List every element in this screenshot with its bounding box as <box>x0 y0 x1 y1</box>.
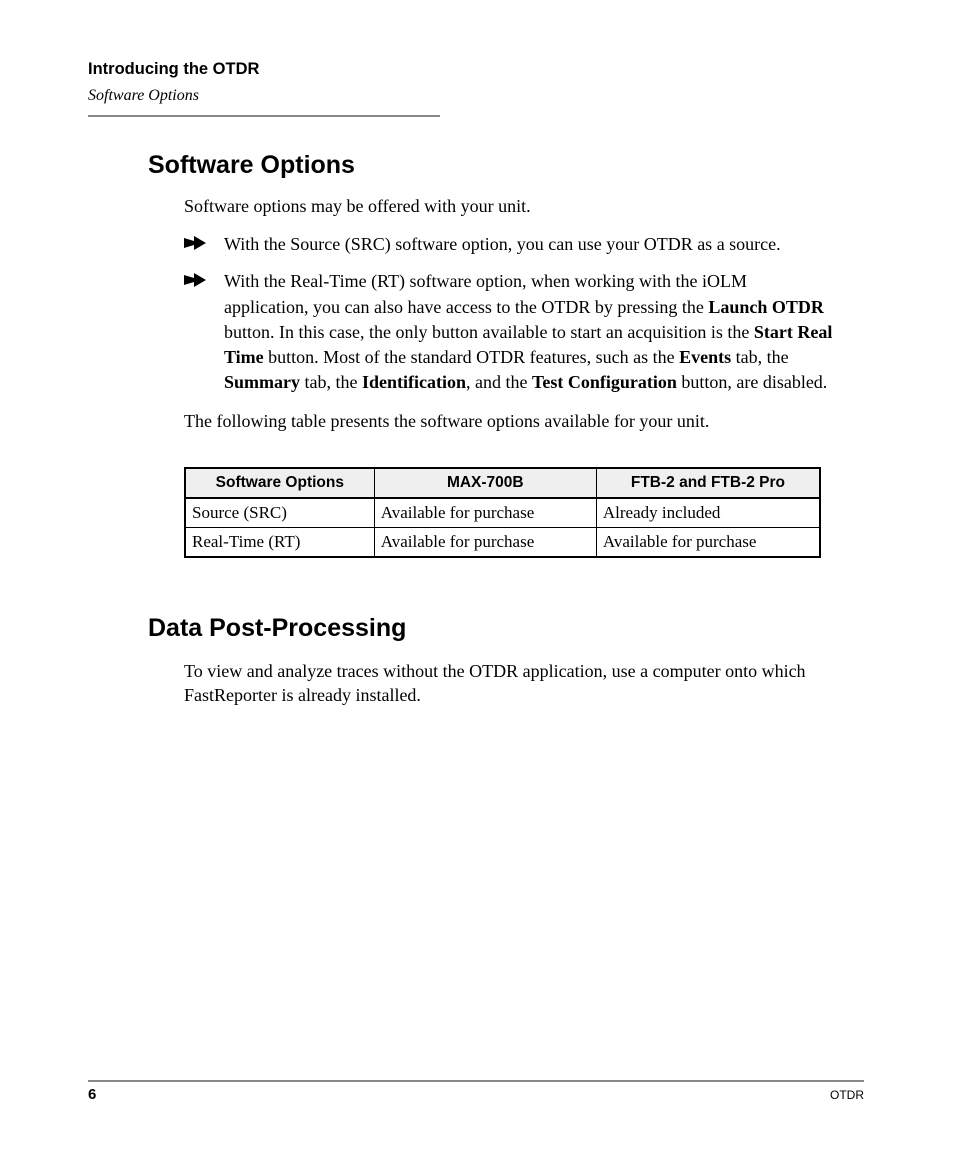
table-row: Source (SRC)Available for purchaseAlread… <box>185 498 820 528</box>
footer-rule <box>88 1080 864 1082</box>
software-options-table: Software OptionsMAX-700BFTB-2 and FTB-2 … <box>184 467 821 558</box>
intro-paragraph: Software options may be offered with you… <box>184 194 834 218</box>
feature-list: With the Source (SRC) software option, y… <box>184 232 834 395</box>
table-cell: Source (SRC) <box>185 498 374 528</box>
table-row: Real-Time (RT)Available for purchaseAvai… <box>185 527 820 557</box>
chapter-title: Introducing the OTDR <box>88 60 864 79</box>
table-cell: Real-Time (RT) <box>185 527 374 557</box>
body-text: tab, the <box>731 347 788 367</box>
section-heading-data-post-processing: Data Post-Processing <box>148 614 864 643</box>
table-header-cell: FTB-2 and FTB-2 Pro <box>596 468 820 498</box>
data-post-processing-body: To view and analyze traces without the O… <box>184 659 834 708</box>
page-number: 6 <box>88 1086 96 1103</box>
software-options-body: Software options may be offered with you… <box>184 194 834 435</box>
bold-text: Test Configuration <box>532 372 677 392</box>
bold-text: Summary <box>224 372 300 392</box>
page-footer: 6 OTDR <box>88 1080 864 1103</box>
bold-text: Launch OTDR <box>708 297 824 317</box>
header-rule <box>88 115 440 117</box>
table-header-row: Software OptionsMAX-700BFTB-2 and FTB-2 … <box>185 468 820 498</box>
bold-text: Identification <box>362 372 466 392</box>
bold-text: Events <box>679 347 731 367</box>
footer-doc-label: OTDR <box>830 1088 864 1102</box>
body-text: With the Real-Time (RT) software option,… <box>224 271 747 316</box>
section-heading-software-options: Software Options <box>148 151 864 180</box>
table-header-cell: MAX-700B <box>374 468 596 498</box>
body-text: tab, the <box>300 372 362 392</box>
body-text: button, are disabled. <box>677 372 827 392</box>
body-text: button. Most of the standard OTDR featur… <box>264 347 679 367</box>
list-item: With the Real-Time (RT) software option,… <box>184 269 834 395</box>
list-item: With the Source (SRC) software option, y… <box>184 232 834 257</box>
table-cell: Available for purchase <box>374 527 596 557</box>
body-text: With the Source (SRC) software option, y… <box>224 234 781 254</box>
table-header-cell: Software Options <box>185 468 374 498</box>
table-lead-in: The following table presents the softwar… <box>184 409 834 434</box>
arrow-bullet-icon <box>184 273 206 287</box>
header-section-label: Software Options <box>88 87 864 105</box>
body-text: , and the <box>466 372 532 392</box>
body-text: button. In this case, the only button av… <box>224 322 754 342</box>
arrow-bullet-icon <box>184 236 206 250</box>
document-page: Introducing the OTDR Software Options So… <box>0 0 954 1159</box>
table-cell: Available for purchase <box>596 527 820 557</box>
dpp-paragraph: To view and analyze traces without the O… <box>184 659 834 708</box>
table-cell: Already included <box>596 498 820 528</box>
table-cell: Available for purchase <box>374 498 596 528</box>
